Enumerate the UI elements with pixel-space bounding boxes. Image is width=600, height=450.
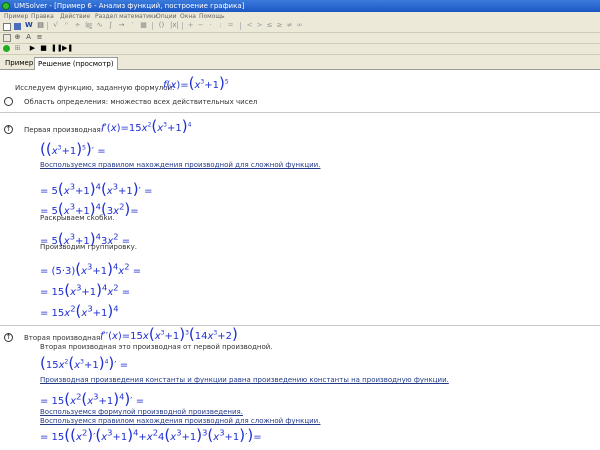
log-icon[interactable]: ㏒ xyxy=(85,22,92,29)
step4-note: Производим группировку. xyxy=(40,243,137,251)
menu-item-example[interactable]: Пример xyxy=(4,12,28,21)
step2-expression: = 5(x3+1)4(x3+1)′ = xyxy=(40,180,153,198)
power-icon[interactable]: ⁿ xyxy=(63,22,70,29)
equals-icon[interactable]: = xyxy=(227,22,234,29)
second-derivative-note: Вторая производная это производная от пе… xyxy=(40,343,273,351)
not-equal-icon[interactable]: ≠ xyxy=(286,22,293,29)
new-document-icon[interactable] xyxy=(3,23,11,31)
toolbar-main: W ▤ √ ⁿ ÷ ㏒ ∿ ∫ → ′ ▦ () |x| + − · : = <… xyxy=(0,21,600,33)
greater-icon[interactable]: > xyxy=(256,22,263,29)
times-icon[interactable]: · xyxy=(207,22,214,29)
solution-view: Исследуем функцию, заданную формулой: f(… xyxy=(0,70,600,450)
less-icon[interactable]: < xyxy=(246,22,253,29)
sin-icon[interactable]: ∿ xyxy=(96,22,103,29)
menu-item-help[interactable]: Помощь xyxy=(199,12,225,21)
menu-item-options[interactable]: Опции xyxy=(156,12,177,21)
app-icon xyxy=(2,2,10,10)
run-icon[interactable] xyxy=(3,45,10,52)
fraction-icon[interactable]: ÷ xyxy=(74,22,81,29)
tab-strip: Пример Решение (просмотр) xyxy=(0,55,600,70)
step6-expression: = 15(x3+1)4x2 = xyxy=(40,281,131,299)
toolbar-separator xyxy=(152,22,153,30)
step3-note: Раскрываем скобки. xyxy=(40,214,115,222)
view-icon[interactable]: ▤ xyxy=(37,22,44,29)
sqrt-icon[interactable]: √ xyxy=(52,22,59,29)
step5-expression: = (5·3)(x3+1)4x2 = xyxy=(40,260,142,278)
plus-icon[interactable]: + xyxy=(187,22,194,29)
tab-example[interactable]: Пример xyxy=(2,57,36,69)
limit-icon[interactable]: → xyxy=(118,22,125,29)
step7-expression: = 15x2(x3+1)4 xyxy=(40,302,119,320)
step1-expression: ((x3+1)5)′ = xyxy=(40,140,106,158)
step1-note: Воспользуемся правилом нахождения произв… xyxy=(40,161,321,169)
minus-icon[interactable]: − xyxy=(197,22,204,29)
title-bar: UMSolver - [Пример 6 - Анализ функций, п… xyxy=(0,0,600,12)
function-formula: f(x)=(x3+1)5 xyxy=(163,74,229,92)
play-icon[interactable]: ▶ xyxy=(29,45,36,52)
d2-step2-note2: Воспользуемся правилом нахождения произв… xyxy=(40,417,321,425)
next-step-icon[interactable]: ▶❚ xyxy=(62,45,73,52)
toolbar-separator xyxy=(240,22,241,30)
derivative-icon[interactable]: ′ xyxy=(129,22,136,29)
text-icon[interactable]: A xyxy=(25,34,32,41)
window-title: UMSolver - [Пример 6 - Анализ функций, п… xyxy=(14,2,245,10)
matrix-icon[interactable]: ▦ xyxy=(140,22,147,29)
second-derivative-formula: f′′(x)=15x(x3+1)3(14x3+2) xyxy=(100,325,238,343)
steps-icon[interactable]: ⊞ xyxy=(14,45,21,52)
frame-icon[interactable] xyxy=(3,34,11,42)
tab-solution-view[interactable]: Решение (просмотр) xyxy=(34,57,118,70)
d2-step3-expression: = 15((x2)′(x3+1)4+x24(x3+1)3(x3+1)′)= xyxy=(40,426,262,444)
first-derivative-label: Первая производная: xyxy=(24,126,104,134)
first-derivative-formula: f′(x)=15x2(x3+1)4 xyxy=(101,117,192,135)
d2-step2-note1: Воспользуемся формулой производной произ… xyxy=(40,408,243,416)
menu-item-math-section[interactable]: Раздел математики xyxy=(95,12,158,21)
menu-item-action[interactable]: Действие xyxy=(60,12,90,21)
d2-step1-expression: (15x2(x3+1)4)′ = xyxy=(40,354,129,372)
zoom-icon[interactable]: ⊕ xyxy=(14,34,21,41)
toolbar-separator xyxy=(182,22,183,30)
brackets-icon[interactable]: () xyxy=(158,22,165,29)
d2-step2-expression: = 15(x2(x3+1)4)′ = xyxy=(40,390,145,408)
toolbar-playback: ⊞ ▶ ■ ❚❚ ▶❚ xyxy=(0,44,600,55)
intro-text: Исследуем функцию, заданную формулой: xyxy=(15,84,175,92)
abs-icon[interactable]: |x| xyxy=(170,22,179,29)
integral-icon[interactable]: ∫ xyxy=(107,22,114,29)
infinity-icon[interactable]: ∞ xyxy=(296,22,303,29)
menu-item-windows[interactable]: Окна xyxy=(180,12,196,21)
d2-step1-note: Производная произведения константы и фун… xyxy=(40,376,449,384)
first-derivative-collapse-icon[interactable]: ↑ xyxy=(4,125,13,134)
divider xyxy=(0,325,600,326)
menu-bar: Пример Правка Действие Раздел математики… xyxy=(0,12,600,21)
domain-expand-toggle[interactable] xyxy=(4,97,13,106)
divide-icon[interactable]: : xyxy=(217,22,224,29)
greater-equal-icon[interactable]: ≥ xyxy=(276,22,283,29)
menu-item-edit[interactable]: Правка xyxy=(31,12,54,21)
toolbar-secondary: ⊕ A ≡ xyxy=(0,33,600,44)
toolbar-separator xyxy=(47,22,48,30)
domain-text: Область определения: множество всех дейс… xyxy=(24,98,258,106)
pause-icon[interactable]: ❚❚ xyxy=(51,45,63,52)
divider xyxy=(0,112,600,113)
stop-icon[interactable]: ■ xyxy=(40,45,47,52)
list-icon[interactable]: ≡ xyxy=(36,34,43,41)
less-equal-icon[interactable]: ≤ xyxy=(266,22,273,29)
second-derivative-label: Вторая производная: xyxy=(24,334,103,342)
second-derivative-collapse-icon[interactable]: ↑ xyxy=(4,333,13,342)
word-export-icon[interactable]: W xyxy=(25,22,33,29)
save-icon[interactable] xyxy=(14,23,21,30)
